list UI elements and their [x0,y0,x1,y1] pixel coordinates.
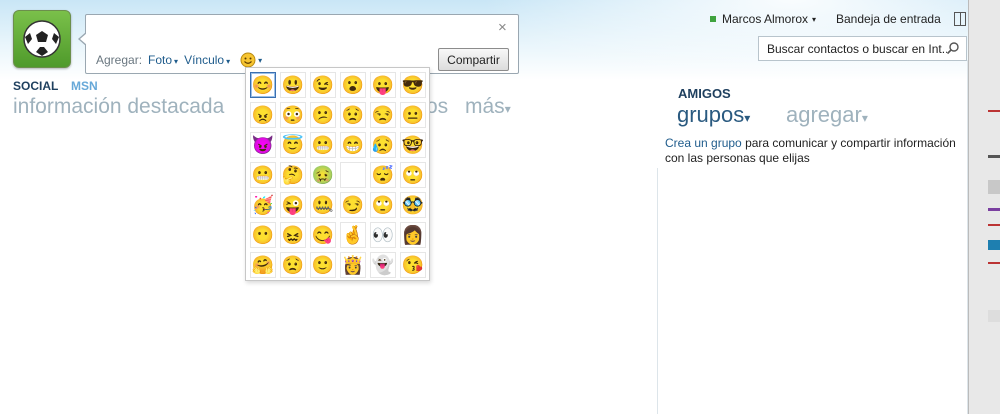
strip-bar [988,180,1000,194]
tab-msn[interactable]: MSN [71,79,98,93]
emoticon-cell[interactable]: 😟 [280,252,306,278]
emoticon-cell[interactable]: 🙄 [400,162,426,188]
column-divider [657,168,658,414]
inbox-link[interactable]: Bandeja de entrada [836,12,941,26]
vinculo-label: Vínculo [184,53,225,67]
emoticon-cell[interactable]: 🤗 [250,252,276,278]
strip-bar [988,208,1000,211]
tab-add[interactable]: agregar▾ [786,102,868,128]
user-menu[interactable]: Marcos Almorox ▾ [710,12,816,26]
emoticon-cell[interactable]: 🤐 [310,192,336,218]
emoticon-cell[interactable]: 😒 [370,102,396,128]
emoticon-cell[interactable]: 😎 [400,72,426,98]
groups-label: grupos [677,102,745,127]
search-input[interactable]: Buscar contactos o buscar en Int... [758,36,967,61]
attach-row: Agregar: Foto ▾ Vínculo ▾ ▾ [96,52,262,68]
emoticon-cell[interactable]: 🙂 [310,252,336,278]
emoticon-cell[interactable]: 😉 [310,72,336,98]
search-icon[interactable] [946,41,960,55]
emoticon-cell[interactable]: 🤔 [280,162,306,188]
emoticon-cell[interactable]: 😥 [370,132,396,158]
strip-bar [988,155,1000,158]
agregar-label: Agregar: [96,53,143,67]
emoticon-cell[interactable]: 😛 [370,72,396,98]
emoticon-cell[interactable]: 😐 [400,102,426,128]
groups-description: Crea un grupo para comunicar y compartir… [665,136,960,166]
emoticon-button[interactable]: ▾ [240,52,262,68]
emoticon-cell[interactable]: 😖 [280,222,306,248]
create-group-link[interactable]: Crea un grupo [665,136,742,150]
emoticon-cell[interactable]: 😳 [280,102,306,128]
emoticon-cell[interactable]: 😏 [340,192,366,218]
soccer-ball-icon [23,20,61,58]
close-icon[interactable]: × [498,19,507,36]
more-label: más [465,95,505,118]
tab-highlights[interactable]: información destacada [13,95,224,119]
strip-bar [988,310,1000,322]
chevron-down-icon: ▾ [258,55,263,65]
share-button[interactable]: Compartir [438,48,509,71]
emoticon-cell[interactable]: 😜 [280,192,306,218]
emoticon-cell[interactable]: 😟 [340,102,366,128]
foto-label: Foto [148,53,173,67]
background-window-strip [968,0,1000,414]
emoticon-cell[interactable]: 😘 [400,252,426,278]
strip-bar [988,262,1000,264]
emoticon-cell[interactable]: 🤓 [400,132,426,158]
emoticon-cell[interactable]: 👩 [400,222,426,248]
smiley-icon [240,52,256,68]
emoticon-cell[interactable]: 😇 [280,132,306,158]
status-online-icon [710,16,716,22]
emoticon-cell[interactable]: 🤢 [310,162,336,188]
user-name: Marcos Almorox [722,12,809,26]
emoticon-picker: 😊 😃 😉 😮 😛 😎 😠 😳 😕 😟 😒 😐 😈 😇 😬 😁 😥 🤓 😬 🤔 🤢 😴 🙄 🥳 😜 🤐 😏 🙄 🥸 😶 😖 😋 🤞 👀 👩 🤗 😟 🙂 👸 👻… [245,67,430,281]
emoticon-cell[interactable]: 👀 [370,222,396,248]
main-page: × Agregar: Foto ▾ Vínculo ▾ ▾ Compartir SO… [0,0,968,414]
emoticon-cell[interactable]: 😬 [310,132,336,158]
emoticon-cell[interactable]: 🙄 [370,192,396,218]
strip-bar [988,224,1000,226]
chevron-down-icon: ▾ [744,111,751,125]
tab-social[interactable]: SOCIAL [13,79,58,93]
emoticon-cell[interactable]: 😋 [310,222,336,248]
add-label: agregar [786,102,862,127]
strip-bar [988,240,1000,250]
emoticon-cell[interactable]: 👻 [370,252,396,278]
strip-bar [988,110,1000,112]
emoticon-cell[interactable]: 🥳 [250,192,276,218]
chevron-down-icon: ▾ [812,14,817,24]
emoticon-cell[interactable]: 🥸 [400,192,426,218]
emoticon-cell[interactable]: 🤞 [340,222,366,248]
emoticon-cell[interactable]: 😴 [370,162,396,188]
emoticon-cell[interactable]: 😃 [280,72,306,98]
emoticon-cell[interactable]: 😁 [340,132,366,158]
chevron-down-icon: ▾ [226,57,231,66]
chevron-down-icon: ▾ [861,111,868,125]
more-menu[interactable]: más▾ [465,95,511,119]
emoticon-cell[interactable]: 😮 [340,72,366,98]
emoticon-cell[interactable]: 😶 [250,222,276,248]
profile-avatar[interactable] [13,10,71,68]
emoticon-cell[interactable]: 😕 [310,102,336,128]
sidebar-toggle-icon[interactable] [954,12,966,26]
emoticon-cell[interactable] [340,162,366,188]
tab-groups[interactable]: grupos▾ [677,102,750,128]
emoticon-cell[interactable]: 😊 [250,72,276,98]
chevron-down-icon: ▾ [504,102,511,116]
chevron-down-icon: ▾ [174,57,179,66]
emoticon-cell[interactable]: 😠 [250,102,276,128]
emoticon-cell[interactable]: 😬 [250,162,276,188]
vinculo-link[interactable]: Vínculo ▾ [184,53,230,67]
emoticon-cell[interactable]: 👸 [340,252,366,278]
foto-link[interactable]: Foto ▾ [148,53,178,67]
search-placeholder: Buscar contactos o buscar en Int... [767,41,947,56]
friends-heading: AMIGOS [678,86,731,101]
composer-tail-inner [80,33,87,45]
emoticon-cell[interactable]: 😈 [250,132,276,158]
